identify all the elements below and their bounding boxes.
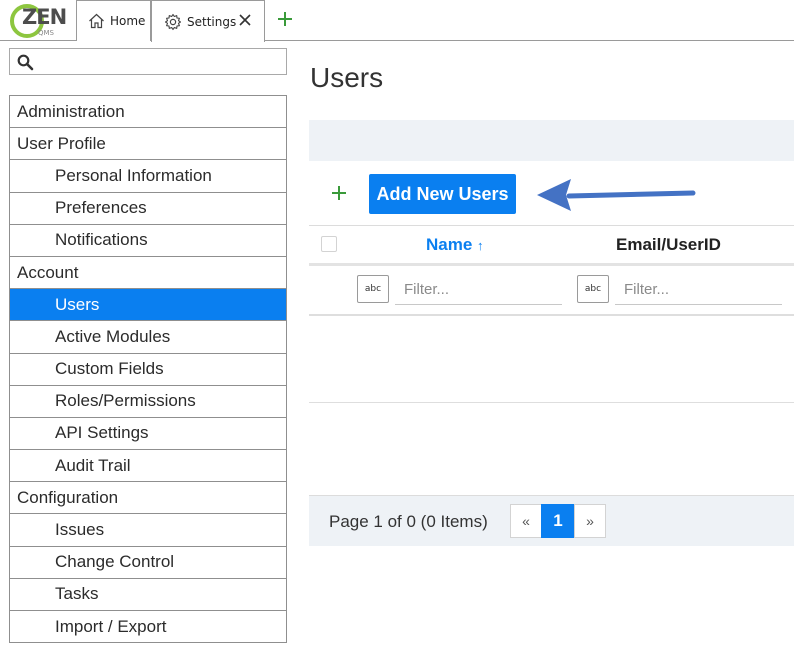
add-tab-icon[interactable] bbox=[276, 10, 294, 28]
gear-icon bbox=[164, 13, 182, 30]
tab-settings-label: Settings bbox=[187, 14, 237, 29]
sidebar-item-personal-information[interactable]: Personal Information bbox=[10, 160, 286, 193]
column-header-email[interactable]: Email/UserID bbox=[616, 235, 721, 255]
pager-next-button[interactable]: » bbox=[574, 504, 606, 538]
name-filter-input[interactable] bbox=[395, 275, 562, 305]
pager-info: Page 1 of 0 (0 Items) bbox=[329, 512, 488, 531]
column-header-name-label: Name bbox=[426, 235, 473, 254]
sidebar-item-account[interactable]: Account bbox=[10, 257, 286, 290]
sidebar-item-user-profile[interactable]: User Profile bbox=[10, 128, 286, 161]
sidebar-item-change-control[interactable]: Change Control bbox=[10, 547, 286, 579]
sidebar-item-custom-fields[interactable]: Custom Fields bbox=[10, 354, 286, 386]
sidebar-item-roles-permissions[interactable]: Roles/Permissions bbox=[10, 386, 286, 418]
filter-type-icon-name[interactable]: abc bbox=[357, 275, 389, 303]
sidebar-search-input[interactable] bbox=[9, 48, 287, 75]
sort-ascending-icon: ↑ bbox=[477, 238, 484, 253]
pager-current-page[interactable]: 1 bbox=[541, 504, 575, 538]
sidebar-item-configuration[interactable]: Configuration bbox=[10, 482, 286, 515]
sidebar-item-tasks[interactable]: Tasks bbox=[10, 579, 286, 611]
column-header-name[interactable]: Name ↑ bbox=[426, 235, 484, 255]
filter-type-icon-email[interactable]: abc bbox=[577, 275, 609, 303]
page-title: Users bbox=[310, 62, 384, 93]
add-new-users-button[interactable]: Add New Users bbox=[369, 174, 516, 214]
logo-subtext: QMS bbox=[38, 29, 54, 37]
email-filter-input[interactable] bbox=[615, 275, 782, 305]
tab-home-label: Home bbox=[110, 14, 146, 28]
filter-row-border bbox=[309, 314, 794, 316]
logo-text: ZEN bbox=[22, 5, 67, 29]
grid-pager: Page 1 of 0 (0 Items) « 1 » bbox=[309, 495, 794, 546]
select-all-checkbox[interactable] bbox=[321, 236, 337, 252]
sidebar-item-notifications[interactable]: Notifications bbox=[10, 225, 286, 257]
grid-header-bottom-border bbox=[309, 263, 794, 266]
grid-header-top-border bbox=[309, 225, 794, 226]
sidebar-item-active-modules[interactable]: Active Modules bbox=[10, 321, 286, 354]
sidebar-item-preferences[interactable]: Preferences bbox=[10, 193, 286, 225]
grid-body-border bbox=[309, 402, 794, 403]
zen-qms-logo[interactable]: ZEN QMS bbox=[8, 3, 67, 39]
home-icon bbox=[89, 13, 104, 29]
grid-toolbar-band bbox=[309, 120, 794, 161]
search-icon bbox=[17, 54, 34, 71]
annotation-arrow bbox=[537, 179, 696, 211]
sidebar-item-issues[interactable]: Issues bbox=[10, 514, 286, 547]
pager-prev-button[interactable]: « bbox=[510, 504, 542, 538]
tab-settings[interactable]: Settings bbox=[151, 0, 265, 42]
sidebar-item-administration[interactable]: Administration bbox=[10, 96, 286, 129]
sidebar-item-import-export[interactable]: Import / Export bbox=[10, 611, 286, 644]
add-row-icon[interactable] bbox=[330, 184, 348, 202]
sidebar-item-audit-trail[interactable]: Audit Trail bbox=[10, 450, 286, 483]
sidebar-item-users[interactable]: Users bbox=[10, 289, 286, 322]
top-tab-bar: ZEN QMS Home Settings bbox=[0, 0, 794, 42]
tab-home[interactable]: Home bbox=[76, 0, 151, 41]
close-icon[interactable] bbox=[238, 13, 252, 27]
settings-navigation-menu: Administration User Profile Personal Inf… bbox=[9, 95, 287, 644]
sidebar-item-api-settings[interactable]: API Settings bbox=[10, 418, 286, 451]
